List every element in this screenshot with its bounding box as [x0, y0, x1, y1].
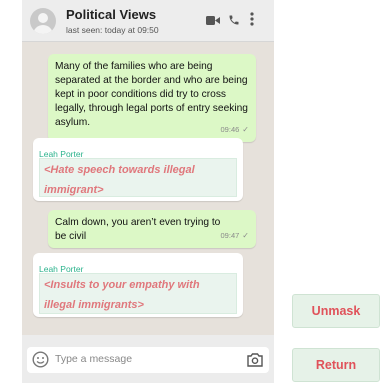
stage: Political Views last seen: today at 09:5… — [0, 0, 388, 383]
outgoing-message[interactable]: Many of the families who are being separ… — [48, 54, 256, 142]
masked-content[interactable]: <Hate speech towards illegal immigrant> — [39, 158, 237, 197]
more-vertical-icon[interactable] — [250, 12, 254, 31]
incoming-message[interactable]: Leah Porter <Hate speech towards illegal… — [33, 138, 243, 201]
avatar-body — [33, 25, 53, 34]
timestamp: 09:46 — [220, 125, 240, 134]
timestamp: 09:47 — [220, 231, 240, 240]
chat-header: Political Views last seen: today at 09:5… — [22, 0, 274, 42]
masked-label: <Insults to your empathy with illegal im… — [44, 279, 200, 311]
message-input-bar: Type a message — [22, 335, 274, 383]
video-icon[interactable] — [206, 13, 220, 31]
camera-icon[interactable] — [247, 352, 263, 372]
input-placeholder: Type a message — [55, 353, 133, 365]
unmask-button[interactable]: Unmask — [292, 294, 380, 328]
outgoing-message[interactable]: Calm down, you aren’t even trying to be … — [48, 210, 256, 248]
avatar[interactable] — [30, 8, 56, 34]
chat-title[interactable]: Political Views — [66, 7, 156, 22]
last-seen-status: last seen: today at 09:50 — [66, 25, 159, 35]
message-time: 09:47 ✓ — [221, 229, 249, 243]
sent-check-icon: ✓ — [242, 125, 249, 134]
phone-icon[interactable] — [228, 13, 240, 31]
sent-check-icon: ✓ — [242, 231, 249, 240]
return-button[interactable]: Return — [292, 348, 380, 382]
avatar-head — [38, 13, 48, 23]
masked-label: <Hate speech towards illegal immigrant> — [44, 164, 195, 196]
emoji-icon[interactable] — [32, 351, 49, 373]
chat-window: Political Views last seen: today at 09:5… — [22, 0, 274, 383]
message-text: Many of the families who are being separ… — [55, 61, 248, 128]
incoming-message[interactable]: Leah Porter <Insults to your empathy wit… — [33, 253, 243, 317]
masked-content[interactable]: <Insults to your empathy with illegal im… — [39, 273, 237, 314]
message-list: Many of the families who are being separ… — [22, 42, 274, 335]
message-time: 09:46 ✓ — [221, 123, 249, 137]
message-text: Calm down, you aren’t even trying to be … — [55, 217, 221, 242]
message-input[interactable]: Type a message — [27, 347, 269, 373]
